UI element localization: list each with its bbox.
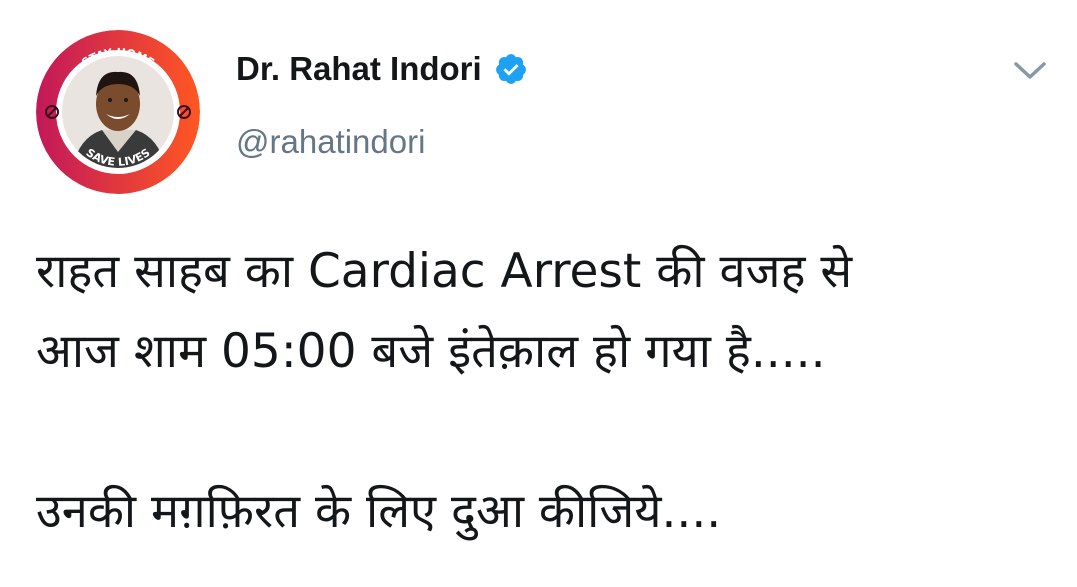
avatar[interactable]: STAY HOME SAVE LIVES — [36, 30, 200, 194]
author-handle[interactable]: @rahatindori — [236, 123, 425, 161]
author-display-name[interactable]: Dr. Rahat Indori — [236, 50, 482, 88]
tweet-line: राहत साहब का Cardiac Arrest की वजह से — [36, 244, 853, 299]
verified-badge-icon — [495, 54, 526, 84]
tweet-line: आज शाम 05:00 बजे इंतेक़ाल हो गया है..... — [36, 324, 826, 379]
chevron-down-icon[interactable] — [1010, 56, 1050, 84]
avatar-image: STAY HOME SAVE LIVES — [36, 30, 200, 194]
tweet-text: राहत साहब का Cardiac Arrest की वजह से आज… — [36, 232, 1057, 552]
tweet-line: उनकी मग़फ़िरत के लिए दुआ कीजिये.... — [36, 484, 722, 539]
author-header: Dr. Rahat Indori — [236, 50, 528, 88]
